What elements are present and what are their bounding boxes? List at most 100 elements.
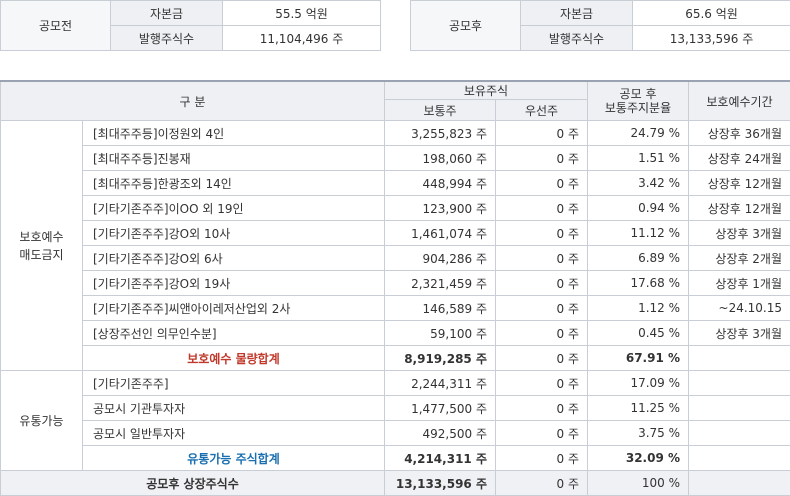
preferred-shares: 0 주 — [496, 246, 588, 271]
table-row: [기타기존주주]강O외 6사 904,286 주 0 주 6.89 % 상장후 … — [1, 246, 790, 271]
preferred-shares: 0 주 — [496, 221, 588, 246]
common-shares: 904,286 주 — [385, 246, 496, 271]
table-row: [최대주주등]진봉재 198,060 주 0 주 1.51 % 상장후 24개월 — [1, 146, 790, 171]
common-shares: 59,100 주 — [385, 321, 496, 346]
common-shares: 2,244,311 주 — [385, 371, 496, 396]
ownership-ratio: 6.89 % — [588, 246, 689, 271]
table-row: [최대주주등]한광조외 14인 448,994 주 0 주 3.42 % 상장후… — [1, 171, 790, 196]
preferred-shares: 0 주 — [496, 196, 588, 221]
holder-name: [기타기존주주]씨앤아이레저산업외 2사 — [83, 296, 385, 321]
tradable-subtotal-label: 유통가능 주식합계 — [83, 446, 385, 471]
preferred-shares: 0 주 — [496, 296, 588, 321]
lockup-period: 상장후 12개월 — [689, 171, 790, 196]
common-shares: 1,461,074 주 — [385, 221, 496, 246]
capital-value: 65.6 억원 — [633, 1, 790, 26]
capital-label: 자본금 — [111, 1, 223, 26]
capital-label: 자본금 — [521, 1, 633, 26]
common-shares: 198,060 주 — [385, 146, 496, 171]
lockup-period: ~24.10.15 — [689, 296, 790, 321]
holder-name: [기타기존주주]이OO 외 19인 — [83, 196, 385, 221]
table-row: 보호예수 매도금지 [최대주주등]이정원외 4인 3,255,823 주 0 주… — [1, 121, 790, 146]
common-shares: 492,500 주 — [385, 421, 496, 446]
ownership-ratio: 11.25 % — [588, 396, 689, 421]
lockup-period-header: 보호예수기간 — [689, 81, 790, 121]
ownership-ratio: 17.09 % — [588, 371, 689, 396]
common-shares: 13,133,596 주 — [385, 471, 496, 496]
preferred-shares: 0 주 — [496, 446, 588, 471]
table-row: [기타기존주주]강O외 10사 1,461,074 주 0 주 11.12 % … — [1, 221, 790, 246]
category-header: 구 분 — [1, 81, 385, 121]
preferred-shares: 0 주 — [496, 346, 588, 371]
holder-name: [기타기존주주] — [83, 371, 385, 396]
ratio-header: 공모 후 보통주지분율 — [588, 81, 689, 121]
common-shares: 3,255,823 주 — [385, 121, 496, 146]
holder-name: [최대주주등]한광조외 14인 — [83, 171, 385, 196]
lockup-period — [689, 471, 790, 496]
ownership-ratio: 3.75 % — [588, 421, 689, 446]
common-shares: 448,994 주 — [385, 171, 496, 196]
ownership-ratio: 3.42 % — [588, 171, 689, 196]
lockup-period: 상장후 24개월 — [689, 146, 790, 171]
table-row: [기타기존주주]강O외 19사 2,321,459 주 0 주 17.68 % … — [1, 271, 790, 296]
holder-name: [상장주선인 의무인수분] — [83, 321, 385, 346]
total-listed-shares-label: 공모후 상장주식수 — [1, 471, 385, 496]
holder-name: [최대주주등]진봉재 — [83, 146, 385, 171]
tradable-group-label: 유통가능 — [1, 371, 83, 471]
preferred-shares: 0 주 — [496, 471, 588, 496]
holder-name: [기타기존주주]강O외 6사 — [83, 246, 385, 271]
table-row: [상장주선인 의무인수분] 59,100 주 0 주 0.45 % 상장후 3개… — [1, 321, 790, 346]
subtotal-row: 유통가능 주식합계 4,214,311 주 0 주 32.09 % — [1, 446, 790, 471]
subtotal-row: 보호예수 물량합계 8,919,285 주 0 주 67.91 % — [1, 346, 790, 371]
lockup-period — [689, 371, 790, 396]
holder-name: 공모시 기관투자자 — [83, 396, 385, 421]
ownership-ratio: 17.68 % — [588, 271, 689, 296]
common-stock-header: 보통주 — [385, 100, 496, 121]
after-offering-label: 공모후 — [411, 1, 521, 51]
preferred-stock-header: 우선주 — [496, 100, 588, 121]
lockup-table: 구 분 보유주식 공모 후 보통주지분율 보호예수기간 보통주 우선주 보호예수… — [0, 80, 790, 496]
preferred-shares: 0 주 — [496, 396, 588, 421]
shares-issued-value: 13,133,596 주 — [633, 26, 790, 51]
table-row: 공모시 일반투자자 492,500 주 0 주 3.75 % — [1, 421, 790, 446]
ownership-ratio: 67.91 % — [588, 346, 689, 371]
common-shares: 1,477,500 주 — [385, 396, 496, 421]
holder-name: 공모시 일반투자자 — [83, 421, 385, 446]
preferred-shares: 0 주 — [496, 321, 588, 346]
common-shares: 8,919,285 주 — [385, 346, 496, 371]
common-shares: 146,589 주 — [385, 296, 496, 321]
lockup-period — [689, 446, 790, 471]
common-shares: 123,900 주 — [385, 196, 496, 221]
common-shares: 2,321,459 주 — [385, 271, 496, 296]
preferred-shares: 0 주 — [496, 271, 588, 296]
shares-issued-value: 11,104,496 주 — [223, 26, 381, 51]
table-row: 유통가능 [기타기존주주] 2,244,311 주 0 주 17.09 % — [1, 371, 790, 396]
ownership-ratio: 0.45 % — [588, 321, 689, 346]
ownership-ratio: 0.94 % — [588, 196, 689, 221]
lockup-period: 상장후 2개월 — [689, 246, 790, 271]
lockup-period: 상장후 12개월 — [689, 196, 790, 221]
preferred-shares: 0 주 — [496, 421, 588, 446]
capital-value: 55.5 억원 — [223, 1, 381, 26]
before-offering-label: 공모전 — [1, 1, 111, 51]
preferred-shares: 0 주 — [496, 171, 588, 196]
total-row: 공모후 상장주식수 13,133,596 주 0 주 100 % — [1, 471, 790, 496]
before-offering-table: 공모전 자본금 55.5 억원 발행주식수 11,104,496 주 — [0, 0, 381, 51]
lockup-period: 상장후 3개월 — [689, 221, 790, 246]
ownership-ratio: 24.79 % — [588, 121, 689, 146]
lockup-period — [689, 396, 790, 421]
lockup-period: 상장후 3개월 — [689, 321, 790, 346]
lockup-subtotal-label: 보호예수 물량합계 — [83, 346, 385, 371]
lockup-period — [689, 346, 790, 371]
ownership-ratio: 1.51 % — [588, 146, 689, 171]
table-row: [기타기존주주]이OO 외 19인 123,900 주 0 주 0.94 % 상… — [1, 196, 790, 221]
lockup-group-label: 보호예수 매도금지 — [1, 121, 83, 371]
lockup-period: 상장후 1개월 — [689, 271, 790, 296]
ownership-ratio: 100 % — [588, 471, 689, 496]
table-row: 공모시 기관투자자 1,477,500 주 0 주 11.25 % — [1, 396, 790, 421]
shares-issued-label: 발행주식수 — [521, 26, 633, 51]
common-shares: 4,214,311 주 — [385, 446, 496, 471]
after-offering-table: 공모후 자본금 65.6 억원 발행주식수 13,133,596 주 — [410, 0, 790, 51]
holder-name: [기타기존주주]강O외 10사 — [83, 221, 385, 246]
lockup-period: 상장후 36개월 — [689, 121, 790, 146]
shares-issued-label: 발행주식수 — [111, 26, 223, 51]
